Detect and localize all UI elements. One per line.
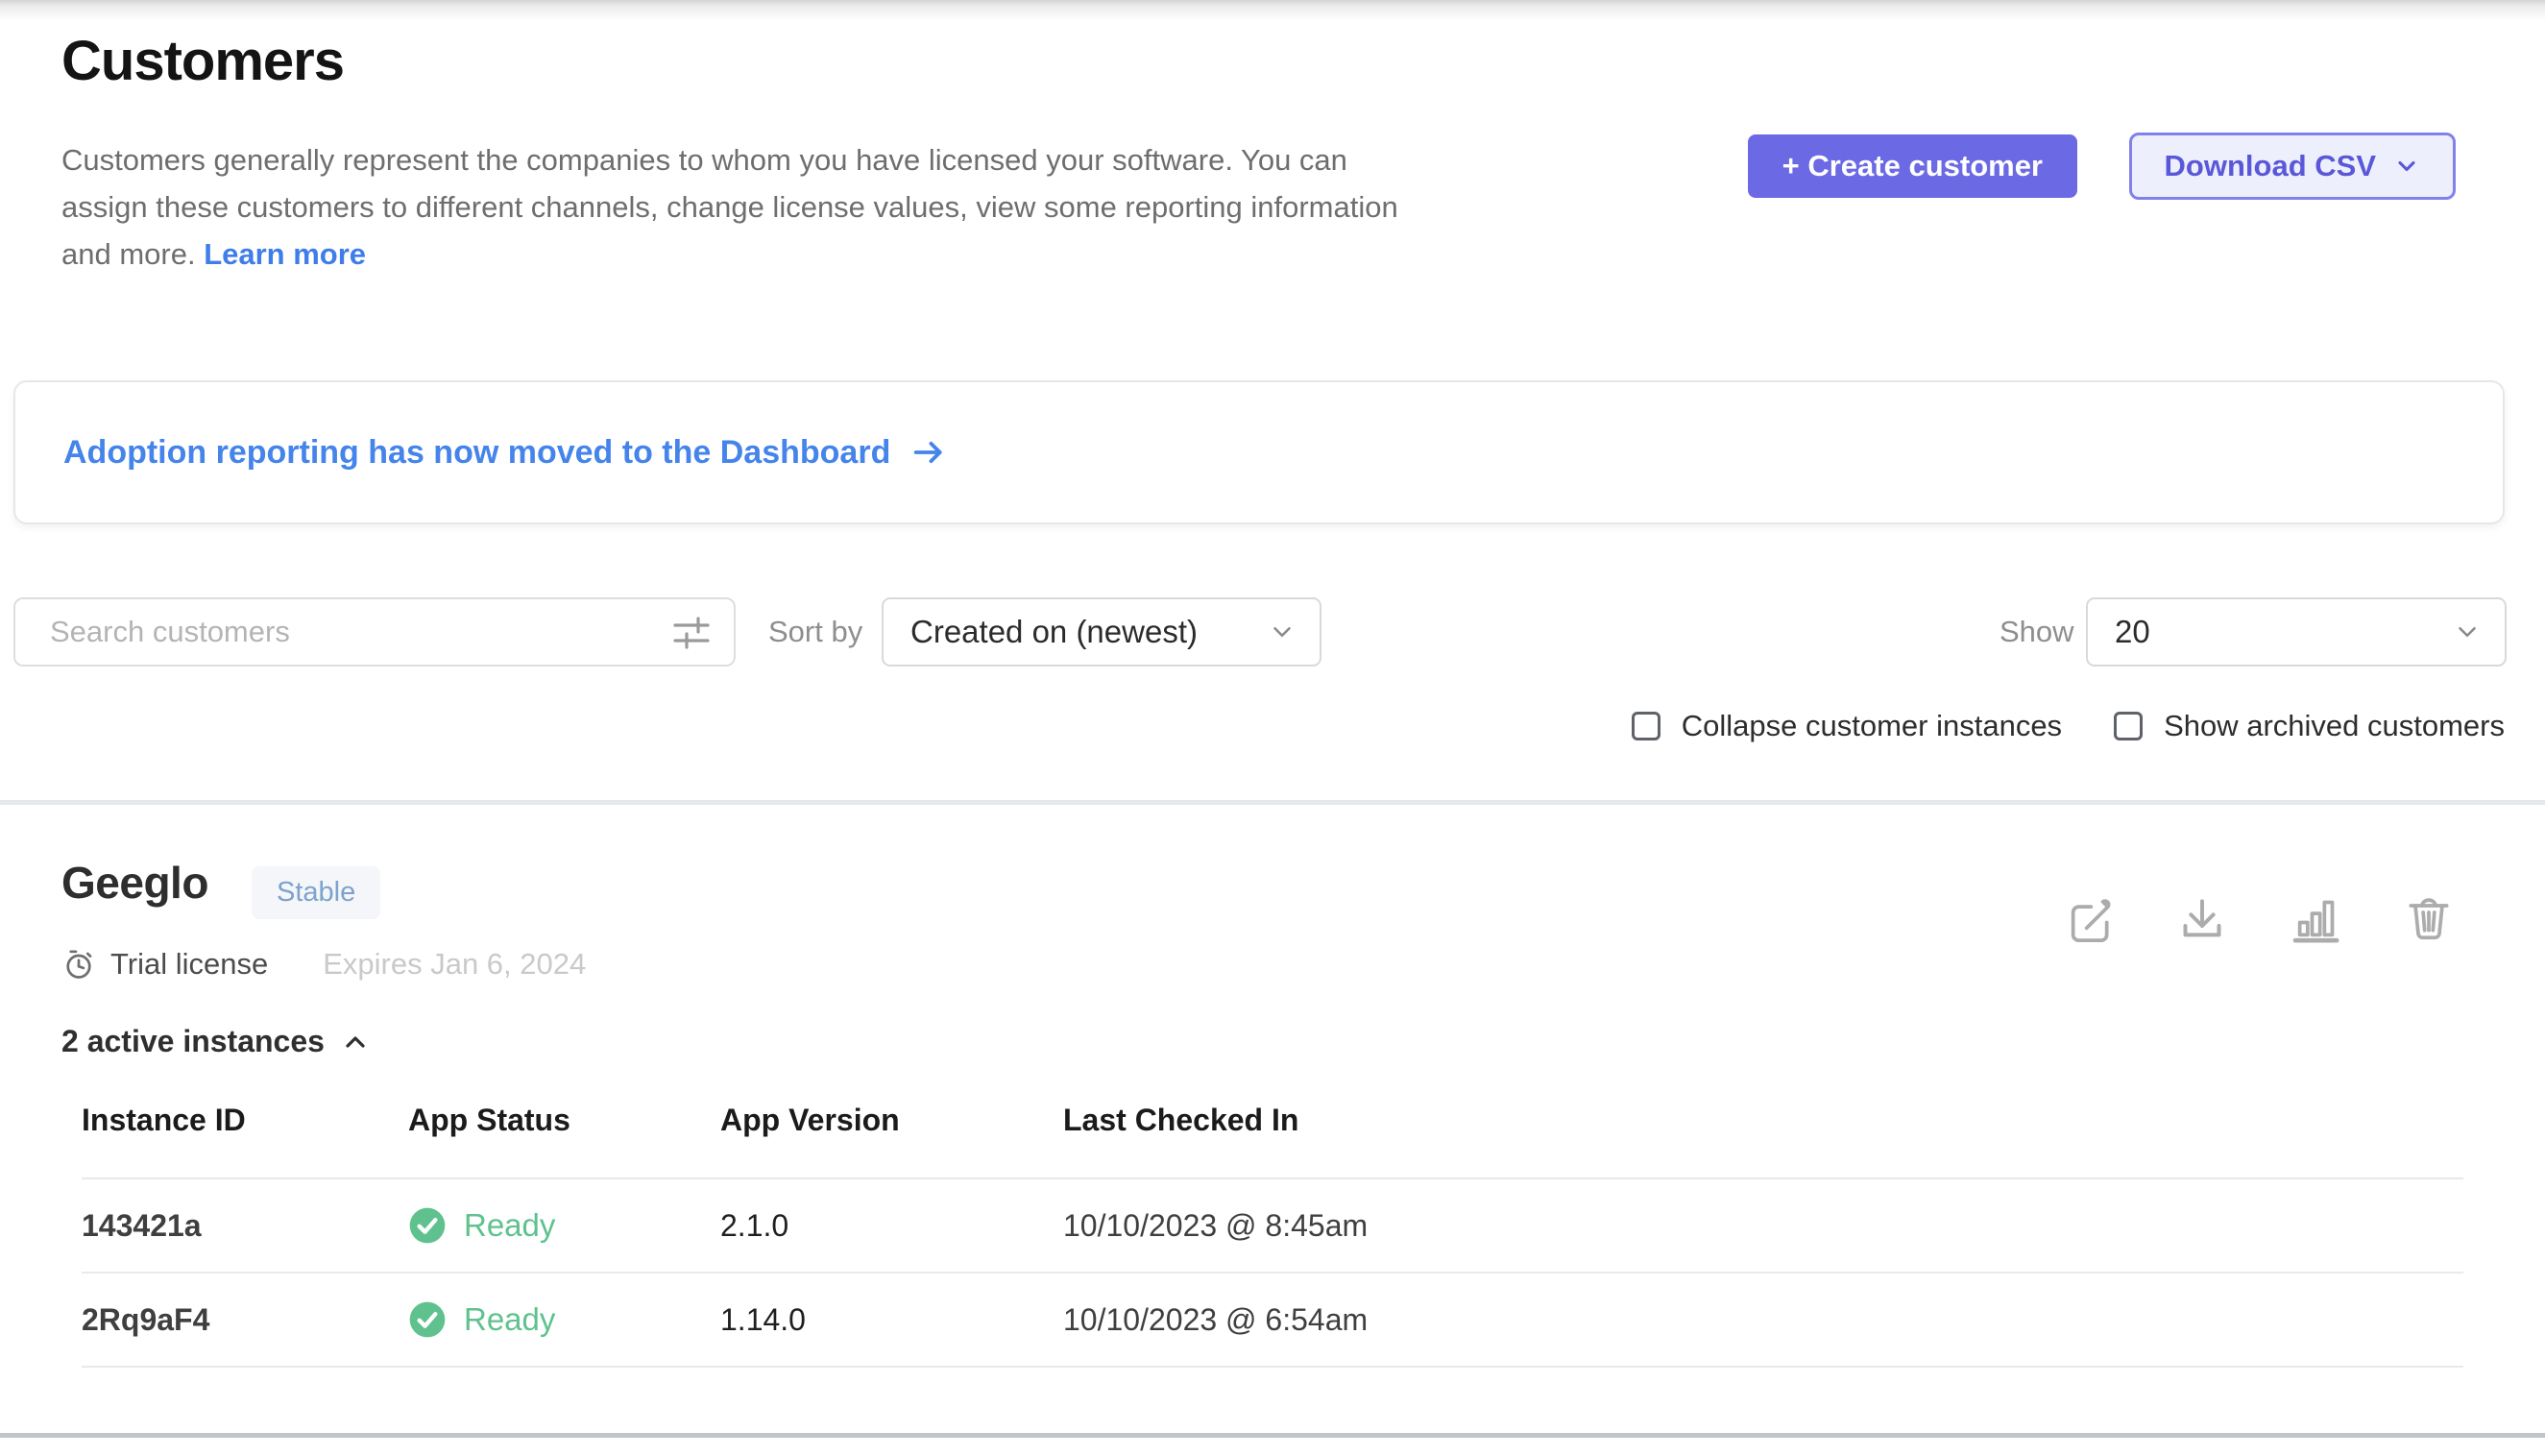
column-header-app-version: App Version [720, 1103, 1063, 1138]
last-checked-in-cell: 10/10/2023 @ 6:54am [1063, 1302, 2463, 1338]
search-input[interactable] [13, 597, 736, 667]
chevron-down-icon [1268, 618, 1297, 646]
trash-icon [2402, 892, 2456, 946]
list-options-row: Collapse customer instances Show archive… [1632, 709, 2505, 743]
customer-analytics-button[interactable] [2288, 891, 2343, 947]
create-customer-button[interactable]: + Create customer [1748, 134, 2077, 198]
bar-chart-icon [2289, 892, 2342, 946]
download-csv-label: Download CSV [2165, 149, 2376, 183]
instances-toggle[interactable]: 2 active instances [61, 1024, 371, 1059]
page-title: Customers [61, 29, 344, 93]
checkbox-icon[interactable] [1632, 712, 1660, 740]
last-checked-in-cell: 10/10/2023 @ 8:45am [1063, 1208, 2463, 1244]
download-csv-button[interactable]: Download CSV [2129, 133, 2456, 200]
show-label: Show [2000, 615, 2074, 649]
checkbox-icon[interactable] [2114, 712, 2143, 740]
bottom-divider [0, 1433, 2545, 1438]
section-divider [0, 800, 2545, 805]
stopwatch-icon [61, 947, 96, 982]
app-version-cell: 2.1.0 [720, 1208, 1063, 1244]
sort-by-label: Sort by [768, 615, 862, 649]
download-icon [2175, 892, 2229, 946]
delete-customer-button[interactable] [2401, 891, 2457, 947]
check-circle-icon [408, 1206, 447, 1245]
table-header-row: Instance ID App Status App Version Last … [82, 1103, 2463, 1179]
arrow-right-icon [909, 433, 948, 472]
license-type: Trial license [110, 947, 268, 982]
chevron-up-icon [340, 1027, 371, 1057]
instances-toggle-label: 2 active instances [61, 1024, 325, 1059]
license-expiry: Expires Jan 6, 2024 [323, 947, 586, 982]
show-select-value: 20 [2115, 614, 2150, 650]
column-header-app-status: App Status [408, 1103, 720, 1138]
instance-table: Instance ID App Status App Version Last … [82, 1103, 2463, 1368]
app-version-cell: 1.14.0 [720, 1302, 1063, 1338]
customer-name: Geeglo [61, 857, 208, 909]
table-row: 143421a Ready 2.1.0 10/10/2023 @ 8:45am [82, 1179, 2463, 1274]
instance-id-cell: 143421a [82, 1208, 408, 1244]
learn-more-link[interactable]: Learn more [204, 237, 366, 271]
app-status-label: Ready [464, 1301, 555, 1338]
sort-select-value: Created on (newest) [910, 614, 1198, 650]
app-status-cell: Ready [408, 1300, 720, 1339]
show-archived-label: Show archived customers [2164, 709, 2505, 743]
collapse-instances-checkbox[interactable]: Collapse customer instances [1632, 709, 2062, 743]
description-line: and more. [61, 237, 196, 271]
customers-page: Customers Customers generally represent … [0, 0, 2545, 1456]
table-row: 2Rq9aF4 Ready 1.14.0 10/10/2023 @ 6:54am [82, 1274, 2463, 1368]
column-header-last-checked-in: Last Checked In [1063, 1103, 2463, 1138]
channel-badge: Stable [252, 866, 380, 919]
license-row: Trial license Expires Jan 6, 2024 [61, 947, 586, 982]
adoption-banner[interactable]: Adoption reporting has now moved to the … [13, 380, 2505, 524]
download-customer-button[interactable] [2174, 891, 2230, 947]
collapse-instances-label: Collapse customer instances [1682, 709, 2062, 743]
description-line: Customers generally represent the compan… [61, 143, 1347, 177]
check-circle-icon [408, 1300, 447, 1339]
adoption-banner-text: Adoption reporting has now moved to the … [63, 434, 890, 472]
column-header-instance-id: Instance ID [82, 1103, 408, 1138]
instance-id-cell: 2Rq9aF4 [82, 1302, 408, 1338]
show-archived-checkbox[interactable]: Show archived customers [2114, 709, 2505, 743]
edit-icon [2062, 892, 2116, 946]
show-select[interactable]: 20 [2086, 597, 2507, 667]
top-shadow [0, 0, 2545, 21]
edit-customer-button[interactable] [2061, 891, 2117, 947]
app-status-label: Ready [464, 1207, 555, 1244]
app-status-cell: Ready [408, 1206, 720, 1245]
sort-select[interactable]: Created on (newest) [882, 597, 1321, 667]
sliders-icon[interactable] [670, 613, 713, 653]
chevron-down-icon [2453, 618, 2482, 646]
chevron-down-icon [2393, 153, 2420, 180]
page-description: Customers generally represent the compan… [61, 136, 1675, 278]
description-line: assign these customers to different chan… [61, 190, 1398, 224]
customer-actions [2061, 891, 2457, 947]
